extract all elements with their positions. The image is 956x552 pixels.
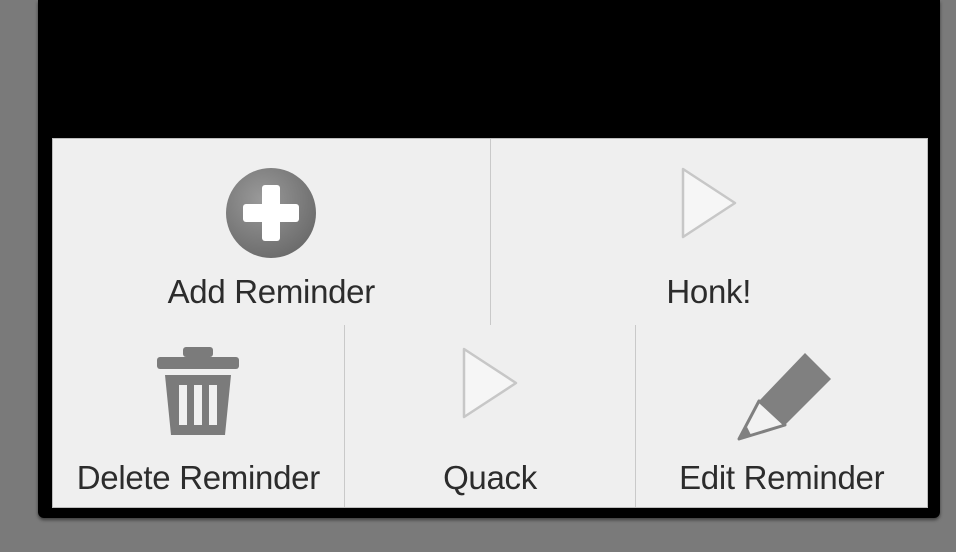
add-reminder-menu-item[interactable]: Add Reminder — [53, 139, 490, 325]
device-frame: Add Reminder Honk! Delete Reminder Quack… — [0, 0, 956, 552]
options-menu-row-bottom: Delete Reminder Quack Edit Reminder — [53, 325, 928, 507]
quack-label: Quack — [443, 459, 537, 496]
options-menu: Add Reminder Honk! Delete Reminder Quack… — [52, 138, 928, 508]
delete-reminder-menu-item[interactable]: Delete Reminder — [53, 325, 344, 507]
plus-circle-icon — [223, 165, 319, 261]
edit-reminder-label: Edit Reminder — [679, 459, 885, 496]
pencil-icon — [727, 345, 837, 445]
play-icon — [677, 165, 741, 241]
quack-menu-item[interactable]: Quack — [343, 325, 636, 507]
options-menu-row-top: Add Reminder Honk! — [53, 139, 927, 326]
honk-label: Honk! — [666, 273, 752, 310]
delete-reminder-label: Delete Reminder — [76, 459, 320, 496]
edit-reminder-menu-item[interactable]: Edit Reminder — [635, 325, 928, 507]
honk-menu-item[interactable]: Honk! — [489, 139, 927, 325]
trash-icon — [153, 345, 243, 437]
play-icon — [458, 345, 522, 421]
add-reminder-label: Add Reminder — [167, 273, 376, 310]
